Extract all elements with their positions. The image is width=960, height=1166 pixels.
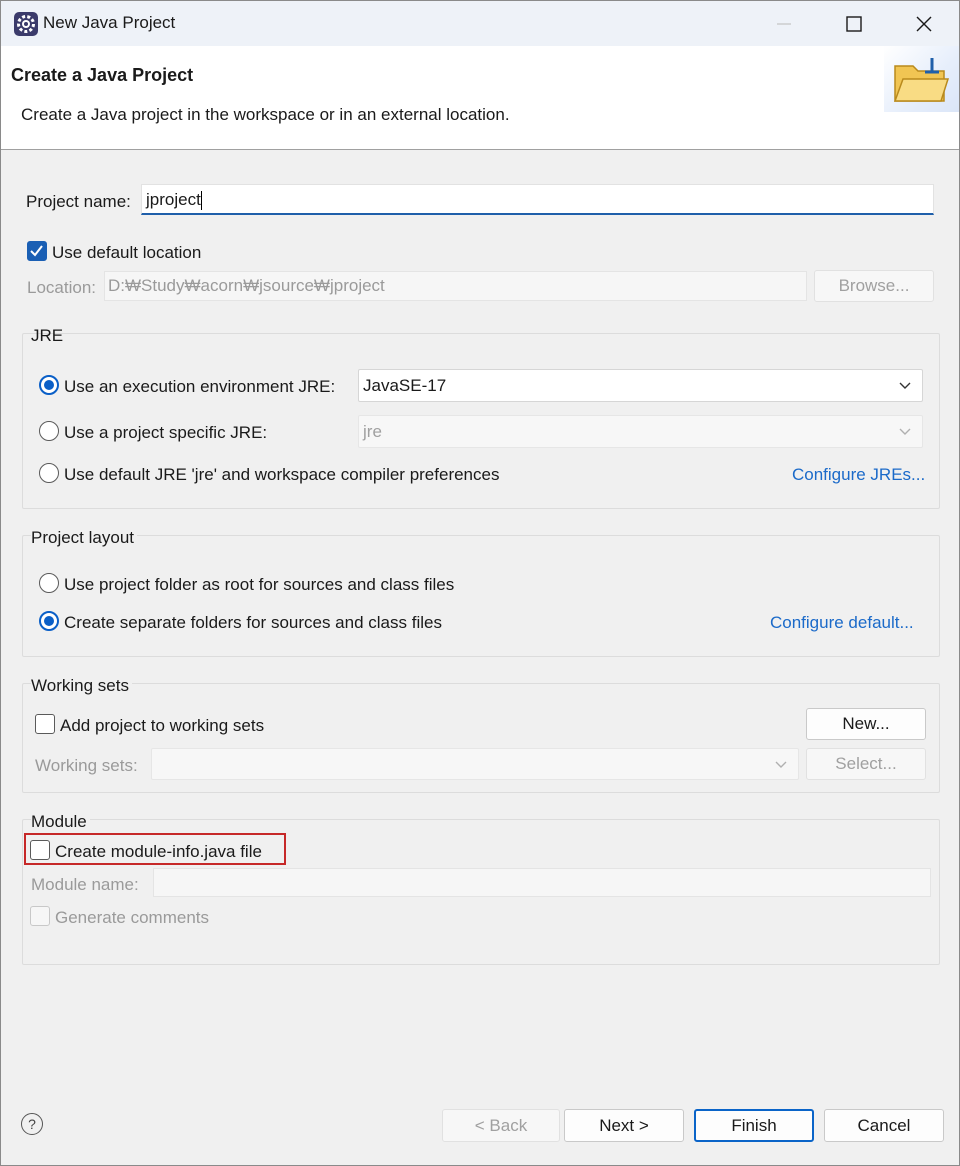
exec-env-select[interactable]: JavaSE-17: [358, 369, 923, 402]
project-name-field[interactable]: jproject: [141, 184, 934, 215]
exec-env-value: JavaSE-17: [363, 376, 447, 395]
new-working-set-button[interactable]: New...: [806, 708, 926, 740]
browse-button[interactable]: Browse...: [814, 270, 934, 302]
location-label: Location:: [27, 278, 96, 297]
create-module-info-label: Create module-info.java file: [55, 842, 262, 861]
close-icon: [916, 16, 932, 31]
chevron-down-icon: [775, 761, 787, 768]
root-folder-radio[interactable]: [39, 573, 59, 593]
cancel-button[interactable]: Cancel: [824, 1109, 944, 1142]
use-default-location-label: Use default location: [52, 243, 202, 262]
folder-wizard-icon: [893, 58, 950, 102]
exec-env-label: Use an execution environment JRE:: [64, 377, 336, 396]
use-default-location-checkbox[interactable]: [27, 241, 47, 261]
project-name-label: Project name:: [26, 192, 131, 211]
help-icon[interactable]: ?: [21, 1113, 43, 1135]
working-sets-label: Working sets:: [35, 756, 138, 775]
finish-button[interactable]: Finish: [694, 1109, 814, 1142]
chevron-down-icon: [899, 428, 911, 435]
root-folder-label: Use project folder as root for sources a…: [64, 575, 455, 594]
separate-folders-radio[interactable]: [39, 611, 59, 631]
location-field[interactable]: D:₩Study₩acorn₩jsource₩jproject: [104, 271, 807, 301]
add-to-working-sets-checkbox[interactable]: [35, 714, 55, 734]
exec-env-radio[interactable]: [39, 375, 59, 395]
jre-group-title: JRE: [31, 326, 64, 345]
select-working-sets-button[interactable]: Select...: [806, 748, 926, 780]
text-cursor: [200, 191, 202, 211]
chevron-down-icon: [899, 382, 911, 389]
location-value: D:₩Study₩acorn₩jsource₩jproject: [108, 276, 385, 295]
specific-jre-select[interactable]: jre: [358, 415, 923, 448]
title-bar: New Java Project: [1, 1, 959, 46]
specific-jre-value: jre: [363, 422, 382, 441]
working-sets-select[interactable]: [151, 748, 799, 780]
checkmark-icon: [30, 245, 43, 257]
default-jre-label: Use default JRE 'jre' and workspace comp…: [64, 465, 500, 484]
separate-folders-label: Create separate folders for sources and …: [64, 613, 442, 632]
generate-comments-checkbox[interactable]: [30, 906, 50, 926]
create-module-info-checkbox[interactable]: [30, 840, 50, 860]
page-description: Create a Java project in the workspace o…: [21, 105, 510, 124]
dialog-window: New Java Project Create a Java Project C…: [0, 0, 960, 1166]
maximize-icon: [846, 15, 862, 32]
generate-comments-label: Generate comments: [55, 908, 210, 927]
specific-jre-radio[interactable]: [39, 421, 59, 441]
specific-jre-label: Use a project specific JRE:: [64, 423, 268, 442]
page-title: Create a Java Project: [11, 65, 194, 85]
configure-jres-link[interactable]: Configure JREs...: [792, 465, 925, 485]
add-to-working-sets-label: Add project to working sets: [60, 716, 265, 735]
module-group-title: Module: [31, 812, 90, 832]
maximize-button[interactable]: [819, 1, 889, 46]
close-button[interactable]: [889, 1, 959, 46]
project-layout-group: [22, 535, 940, 657]
project-layout-group-title: Project layout: [31, 528, 137, 548]
module-name-field[interactable]: [153, 868, 931, 897]
eclipse-gear-icon: [14, 12, 38, 36]
back-button[interactable]: < Back: [442, 1109, 560, 1142]
default-jre-radio[interactable]: [39, 463, 59, 483]
module-name-label: Module name:: [31, 875, 139, 894]
window-title: New Java Project: [43, 13, 176, 32]
next-button[interactable]: Next >: [564, 1109, 684, 1142]
minimize-icon: [777, 22, 791, 25]
minimize-button[interactable]: [749, 1, 819, 46]
wizard-header: Create a Java Project Create a Java proj…: [1, 46, 959, 150]
project-name-value: jproject: [146, 190, 201, 209]
configure-default-link[interactable]: Configure default...: [770, 613, 914, 633]
working-sets-group-title: Working sets: [31, 676, 132, 696]
header-art: [884, 46, 959, 112]
